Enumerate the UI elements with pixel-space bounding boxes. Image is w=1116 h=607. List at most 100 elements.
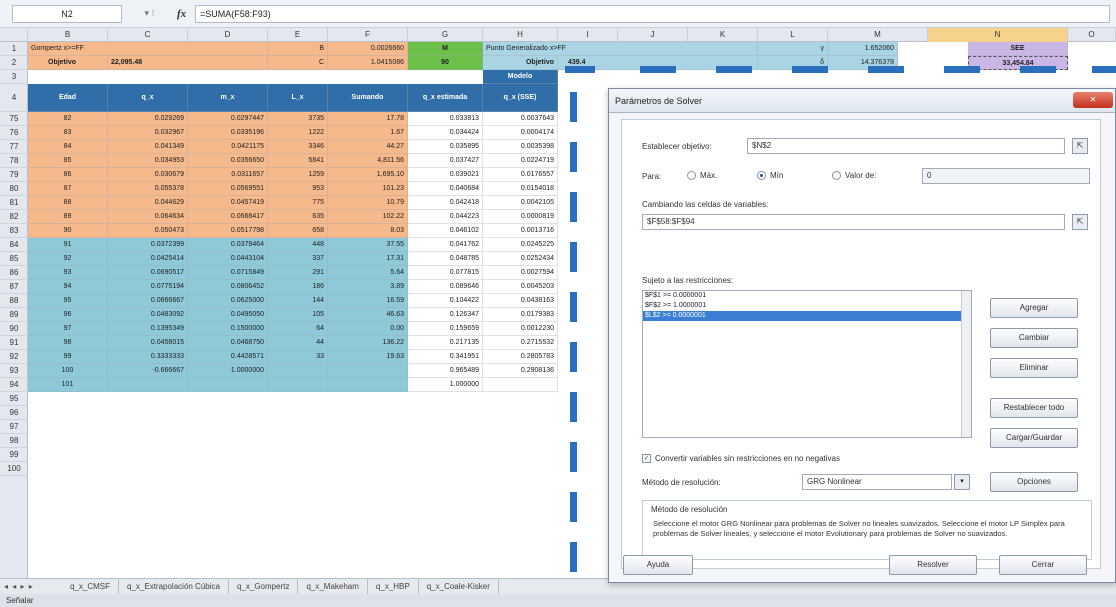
table-cell[interactable]: 1259 [268,168,328,182]
column-header-j[interactable]: J [618,28,688,42]
table-cell[interactable]: 0.0311657 [188,168,268,182]
by-changing-input[interactable]: $F$58:$F$94 [642,214,1065,230]
table-cell[interactable]: 0.0690517 [108,266,188,280]
add-button[interactable]: Agregar [990,298,1078,318]
row-header[interactable]: 90 [0,322,28,336]
set-objective-input[interactable]: $N$2 [747,138,1065,154]
row-header[interactable]: 2 [0,56,28,70]
table-cell[interactable]: 775 [268,196,328,210]
table-cell[interactable] [328,364,408,378]
table-cell[interactable]: 46.63 [328,308,408,322]
table-cell[interactable]: 101.23 [328,182,408,196]
radio-max[interactable]: Máx. [687,171,717,180]
header-lx[interactable]: L_x [268,84,328,112]
table-cell[interactable]: 0.0045203 [483,280,558,294]
table-cell[interactable]: 0.0457419 [188,196,268,210]
dialog-titlebar[interactable]: Parámetros de Solver ✕ [609,89,1115,113]
table-cell[interactable]: 0.0458015 [108,336,188,350]
column-header-m[interactable]: M [828,28,928,42]
cell-h1[interactable]: Punto Generalizado x>FF [483,42,758,56]
table-cell[interactable]: 95 [28,294,108,308]
table-cell[interactable]: 44.27 [328,140,408,154]
table-cell[interactable]: 0.050473 [108,224,188,238]
table-cell[interactable]: 0.041762 [408,238,483,252]
header-sumando[interactable]: Sumando [328,84,408,112]
table-cell[interactable]: 0.0668417 [188,210,268,224]
table-cell[interactable]: 291 [268,266,328,280]
table-cell[interactable]: 0.0379464 [188,238,268,252]
table-cell[interactable]: 0.0176557 [483,168,558,182]
table-cell[interactable]: 0.0013716 [483,224,558,238]
row-header[interactable]: 3 [0,70,28,84]
table-cell[interactable]: 0.217135 [408,336,483,350]
table-cell[interactable]: 4,811.56 [328,154,408,168]
close-button[interactable]: Cerrar [999,555,1087,575]
collapse-dialog-icon[interactable]: ⇱ [1072,138,1088,154]
table-cell[interactable]: 0.126347 [408,308,483,322]
row-header[interactable]: 77 [0,140,28,154]
cell-k1[interactable]: γ [758,42,828,56]
cell-b1[interactable]: Gompertz x>=FF [28,42,268,56]
cell-c2[interactable]: 22,095.48 [108,56,268,70]
table-cell[interactable]: 1,695.10 [328,168,408,182]
table-cell[interactable]: 0.0179383 [483,308,558,322]
table-cell[interactable]: 0.0224719 [483,154,558,168]
table-cell[interactable]: 0.0335196 [188,126,268,140]
table-cell[interactable]: 0.0468750 [188,336,268,350]
table-cell[interactable] [328,378,408,392]
cell-g2[interactable]: 90 [408,56,483,70]
table-cell[interactable] [108,378,188,392]
table-cell[interactable] [188,378,268,392]
table-cell[interactable]: 0.055378 [108,182,188,196]
table-cell[interactable]: 0.042418 [408,196,483,210]
column-header-c[interactable]: C [108,28,188,42]
row-header[interactable]: 98 [0,434,28,448]
insert-function-icon[interactable]: fx [177,8,195,20]
table-cell[interactable]: 0.044223 [408,210,483,224]
table-cell[interactable]: 92 [28,252,108,266]
table-cell[interactable]: 0.4428571 [188,350,268,364]
table-cell[interactable]: 0.046102 [408,224,483,238]
row-header[interactable]: 87 [0,280,28,294]
column-header-n[interactable]: N [928,28,1068,42]
header-qx-sse[interactable]: q_x (SSE) [483,84,558,112]
constraints-scrollbar[interactable] [961,291,971,437]
table-cell[interactable]: 0.104422 [408,294,483,308]
table-cell[interactable]: 0.0356650 [188,154,268,168]
table-cell[interactable]: 101 [28,378,108,392]
cell-f2[interactable]: 1.0415086 [328,56,408,70]
table-cell[interactable]: 5.64 [328,266,408,280]
table-cell[interactable]: 0.0297447 [188,112,268,126]
table-cell[interactable]: 0.030679 [108,168,188,182]
row-header[interactable]: 94 [0,378,28,392]
table-cell[interactable] [483,378,558,392]
table-cell[interactable]: 5841 [268,154,328,168]
row-header[interactable]: 99 [0,448,28,462]
table-cell[interactable]: 0.3333333 [108,350,188,364]
table-cell[interactable]: 0.039021 [408,168,483,182]
table-cell[interactable]: 658 [268,224,328,238]
row-header[interactable]: 91 [0,336,28,350]
table-cell[interactable]: 19.63 [328,350,408,364]
table-cell[interactable]: 0.035895 [408,140,483,154]
table-cell[interactable]: 0.0517798 [188,224,268,238]
sheet-tab[interactable]: q_x_Makeham [298,578,368,595]
row-header[interactable]: 89 [0,308,28,322]
tab-nav-arrows-icon[interactable]: ◂ ◂ ▸ ▸ [0,582,62,591]
cell-e1[interactable]: B [268,42,328,56]
table-cell[interactable]: 8.03 [328,224,408,238]
change-button[interactable]: Cambiar [990,328,1078,348]
table-cell[interactable]: 89 [28,210,108,224]
sheet-tab[interactable]: q_x_Extrapolación Cúbica [119,578,229,595]
table-cell[interactable]: 1.000000 [408,378,483,392]
table-cell[interactable]: 83 [28,126,108,140]
cell-f1[interactable]: 0.0026660 [328,42,408,56]
table-cell[interactable]: 0.2715532 [483,336,558,350]
row-header[interactable]: 78 [0,154,28,168]
table-cell[interactable]: 0.0775194 [108,280,188,294]
table-cell[interactable]: 84 [28,140,108,154]
table-cell[interactable]: 0.077815 [408,266,483,280]
row-header[interactable]: 76 [0,126,28,140]
table-cell[interactable]: 37.55 [328,238,408,252]
cell-g1[interactable]: M [408,42,483,56]
